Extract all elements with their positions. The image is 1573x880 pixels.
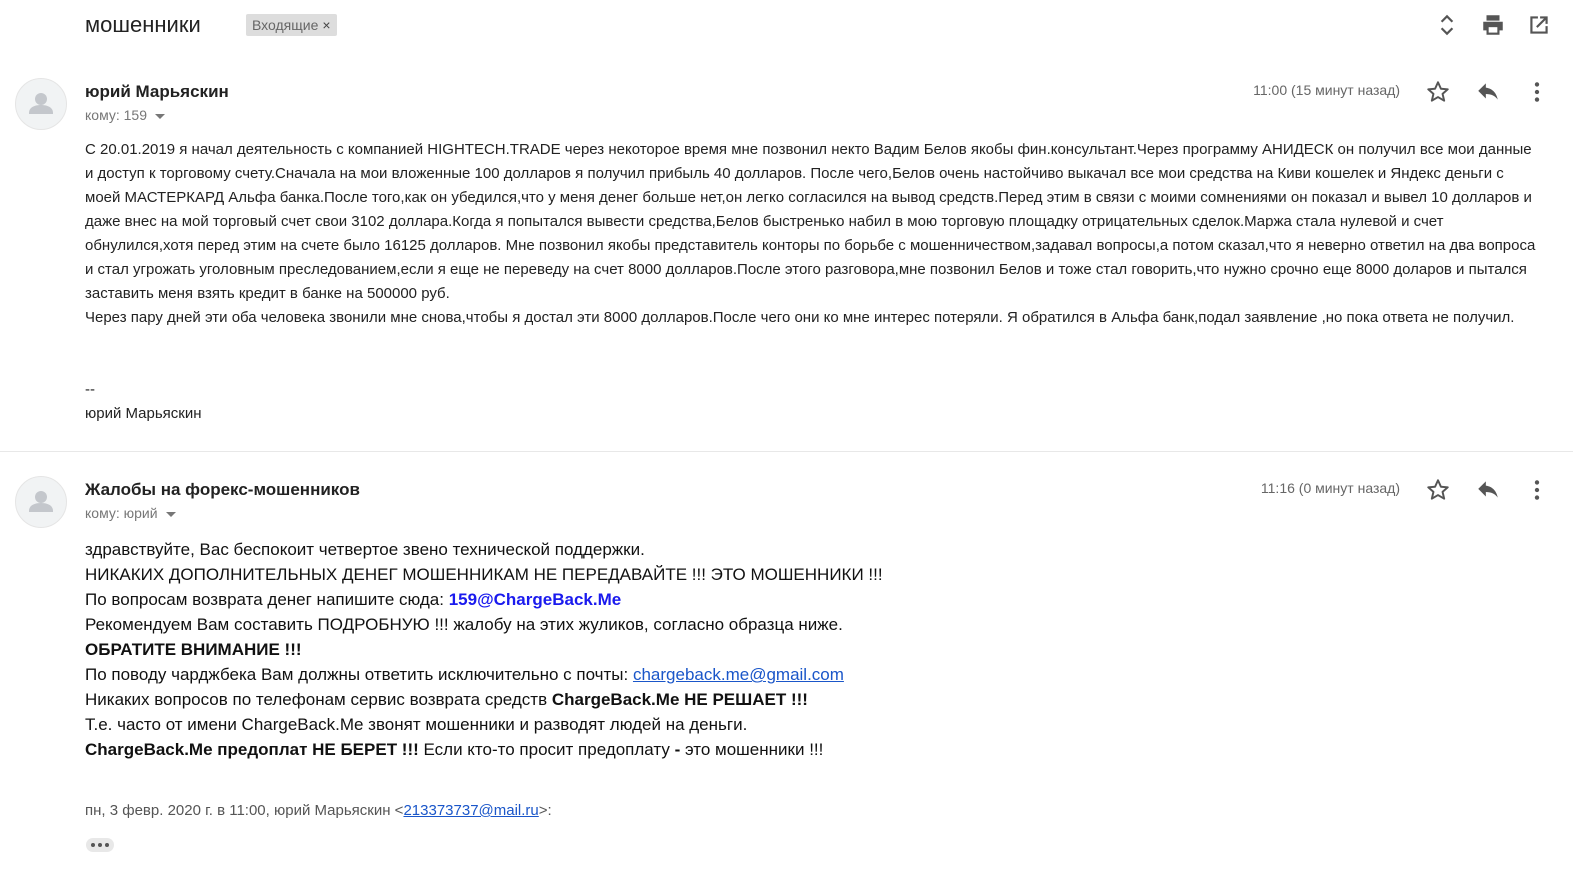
open-in-new-window-icon[interactable] <box>1526 12 1552 38</box>
message-divider <box>0 451 1573 452</box>
support-email[interactable]: 159@ChargeBack.Me <box>449 590 622 609</box>
dot <box>105 843 109 847</box>
body-text: это мошенники !!! <box>680 740 824 759</box>
sender-name[interactable]: юрий Марьяскин <box>85 82 229 102</box>
star-icon[interactable] <box>1425 477 1451 503</box>
thread-subject: мошенники <box>85 12 201 37</box>
star-icon[interactable] <box>1425 79 1451 105</box>
body-paragraph: С 20.01.2019 я начал деятельность с комп… <box>85 141 1536 302</box>
signature-separator: -- <box>85 381 95 398</box>
body-text: По поводу чарджбека Вам должны ответить … <box>85 665 633 684</box>
dot <box>91 843 95 847</box>
quote-suffix: >: <box>538 802 552 819</box>
body-line: По поводу чарджбека Вам должны ответить … <box>85 662 1535 687</box>
body-line: Рекомендуем Вам составить ПОДРОБНУЮ !!! … <box>85 615 843 634</box>
label-remove-button[interactable]: × <box>322 17 330 33</box>
recipient-text: кому: юрий <box>85 505 158 521</box>
message-time: 11:00 (15 минут назад) <box>1253 82 1400 98</box>
body-paragraph: Через пару дней эти оба человека звонили… <box>85 309 1515 326</box>
label-chip-text: Входящие <box>252 17 319 33</box>
message-time: 11:16 (0 минут назад) <box>1260 480 1400 496</box>
body-line: Никаких вопросов по телефонам сервис воз… <box>85 687 1535 712</box>
expand-all-icon[interactable] <box>1434 12 1460 38</box>
body-bold-text: ChargeBack.Me НЕ РЕШАЕТ !!! <box>551 690 808 709</box>
body-text: Если кто-то просит предоплату <box>418 740 675 759</box>
chevron-down-icon[interactable] <box>165 511 176 517</box>
label-chip-inbox[interactable]: Входящие × <box>246 14 337 36</box>
quote-prefix: пн, 3 февр. 2020 г. в 11:00, юрий Марьяс… <box>85 802 404 819</box>
body-bold-text: ChargeBack.Me предоплат НЕ БЕРЕТ !!! <box>85 740 419 759</box>
body-line: Т.е. часто от имени ChargeBack.Me звонят… <box>85 715 748 734</box>
person-icon <box>29 93 53 114</box>
print-icon[interactable] <box>1480 12 1506 38</box>
dot <box>98 843 102 847</box>
body-line: ChargeBack.Me предоплат НЕ БЕРЕТ !!! Есл… <box>85 737 1535 762</box>
body-text: Никаких вопросов по телефонам сервис воз… <box>85 690 552 709</box>
sender-avatar[interactable] <box>15 476 67 528</box>
more-options-icon[interactable] <box>1524 477 1550 503</box>
body-line: По вопросам возврата денег напишите сюда… <box>85 587 1535 612</box>
signature-name: юрий Марьяскин <box>85 405 202 422</box>
person-icon <box>29 491 53 512</box>
body-line: НИКАКИХ ДОПОЛНИТЕЛЬНЫХ ДЕНЕГ МОШЕННИКАМ … <box>85 565 883 584</box>
sender-avatar[interactable] <box>15 78 67 130</box>
recipient-line[interactable]: кому: 159 <box>85 107 165 123</box>
reply-icon[interactable] <box>1475 477 1501 503</box>
message-body: здравствуйте, Вас беспокоит четвертое зв… <box>85 537 1535 762</box>
body-text: По вопросам возврата денег напишите сюда… <box>85 590 449 609</box>
thread-header: мошенники Входящие × <box>0 0 1573 60</box>
show-trimmed-content-button[interactable] <box>86 838 114 852</box>
body-line: ОБРАТИТЕ ВНИМАНИЕ !!! <box>85 640 302 659</box>
quote-header: пн, 3 февр. 2020 г. в 11:00, юрий Марьяс… <box>85 802 552 819</box>
recipient-text: кому: 159 <box>85 107 147 123</box>
recipient-line[interactable]: кому: юрий <box>85 505 176 521</box>
email-link[interactable]: chargeback.me@gmail.com <box>633 665 844 684</box>
chevron-down-icon[interactable] <box>155 113 165 119</box>
sender-name[interactable]: Жалобы на форекс-мошенников <box>85 480 360 500</box>
more-options-icon[interactable] <box>1524 79 1550 105</box>
reply-icon[interactable] <box>1475 79 1501 105</box>
body-line: здравствуйте, Вас беспокоит четвертое зв… <box>85 540 645 559</box>
quote-email-link[interactable]: 213373737@mail.ru <box>403 802 538 819</box>
message-body: С 20.01.2019 я начал деятельность с комп… <box>85 138 1540 330</box>
